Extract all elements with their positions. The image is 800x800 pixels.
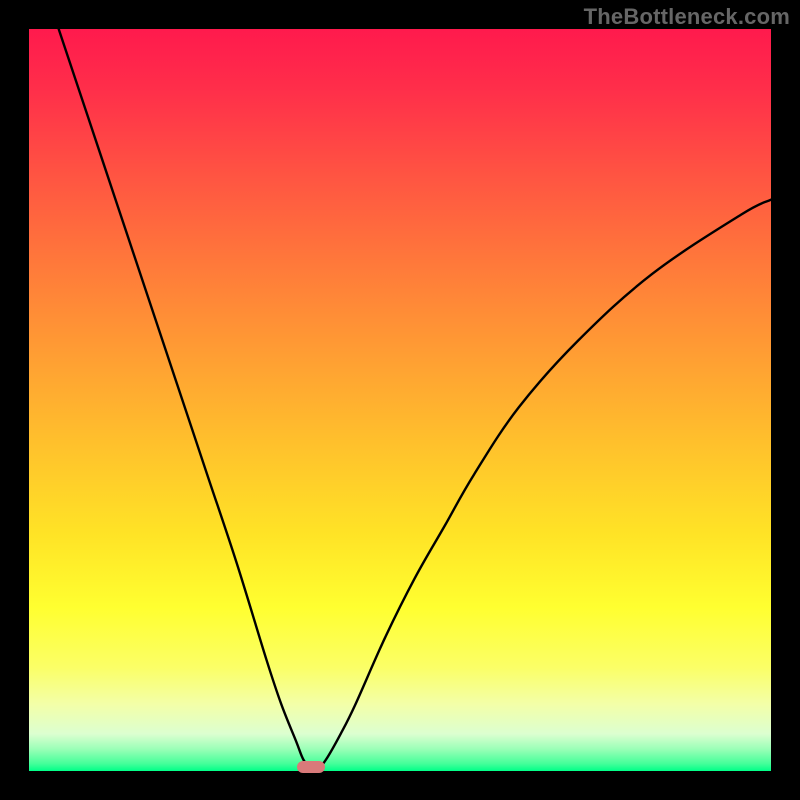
plot-area: [29, 29, 771, 771]
chart-frame: TheBottleneck.com: [0, 0, 800, 800]
optimum-marker: [297, 761, 325, 773]
curve-svg: [29, 29, 771, 771]
bottleneck-curve: [59, 29, 771, 768]
watermark-text: TheBottleneck.com: [584, 4, 790, 30]
